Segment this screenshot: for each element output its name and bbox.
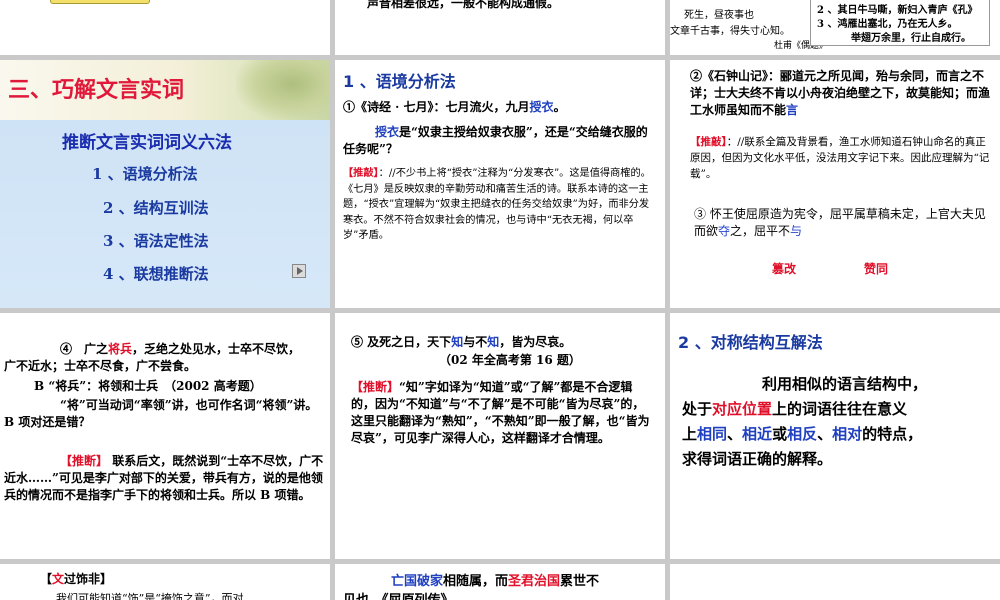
slide-r1-c3[interactable]: 死生，昼夜事也 文章千古事，得失寸心知。 杜甫《偶题》 2 、其日牛马嘶，新妇入… — [670, 0, 1000, 55]
slide-r2-c3[interactable]: ②《石钟山记》：郦道元之所见闻，殆与余同，而言之不详；士大夫终不肯以小舟夜泊绝壁… — [670, 60, 1000, 308]
decor-banner — [50, 0, 150, 4]
key-phrase: 相反 — [787, 425, 818, 443]
tui-label: 【推断】 — [60, 454, 109, 468]
slide-r4-c3[interactable] — [670, 564, 1000, 600]
analysis-text: 【推断】 联系后文，既然说到“士卒不尽饮，广不近水……”可见是李广对部下的关爱，… — [4, 454, 324, 502]
key-phrase: 相近 — [742, 425, 773, 443]
slide-r4-c2[interactable]: 亡国破家相随属，而圣君治国累世不 见也。《屈原列传》 — [335, 564, 665, 600]
poem-line: 文章千古事，得失寸心知。 — [670, 26, 790, 37]
section-title: 三、巧解文言实词 — [8, 78, 185, 103]
analysis-text: 【推敲】：//联系全篇及背景看，渔工水师知道石钟山命名的真正原因，但因为文化水平… — [690, 136, 990, 180]
example-line: ①《诗经 · 七月》：七月流火，九月授衣。 — [343, 100, 566, 114]
slide-r1-c1[interactable] — [0, 0, 330, 55]
source-note: 见也。《屈原列传》 — [343, 589, 454, 600]
example-text: ②《石钟山记》：郦道元之所见闻，殆与余同，而言之不详；士大夫终不肯以小舟夜泊绝壁… — [690, 69, 991, 117]
body-text: 求得词语正确的解释。 — [682, 450, 833, 468]
poem-line: 2 、其日牛马嘶，新妇入青庐《孔》 — [817, 5, 978, 16]
example-text: 亡国破家相随属，而圣君治国累世不 — [391, 574, 600, 589]
key-word: 言 — [786, 103, 799, 117]
annotation: 赞同 — [864, 262, 889, 276]
slide-r2-c1[interactable]: 三、巧解文言实词 推断文言实词词义六法 1 、语境分析法 2 、结构互训法 3 … — [0, 60, 330, 308]
idiom-heading: 【文过饰非】 — [40, 572, 113, 586]
analysis-text: 【推断】“知”字如译为“知道”或“了解”都是不合逻辑的，因为“不知道”与“不了解… — [351, 380, 650, 445]
poem-line: 3 、鸿雁出塞北，乃在无人乡。 — [817, 19, 958, 30]
key-word: 授衣 — [529, 100, 554, 114]
example-text: ④ 广之将兵，乏绝之处见水，士卒不尽饮， 广不近水；士卒不尽食，广不尝食。 — [4, 342, 311, 373]
analysis-text: 【推敲】：//不少书上将“授衣”注释为“分发寒衣”。这是值得商榷的。《七月》是反… — [343, 167, 651, 241]
play-icon[interactable] — [292, 264, 306, 278]
key-word: 授衣 — [375, 125, 400, 139]
key-phrase: 相同 — [697, 425, 728, 443]
body-text: 上相同、相近或相反、相对的特点， — [682, 425, 923, 443]
tui-label: 【推敲】 — [690, 136, 727, 148]
key-word: 文 — [52, 572, 65, 586]
poem-line: 死生，昼夜事也 — [684, 10, 754, 21]
key-phrase: 对应位置 — [712, 400, 773, 418]
poem-line: 举翅万余里，行止自成行。 — [851, 33, 971, 44]
slide-r2-c2[interactable]: 1 、语境分析法 ①《诗经 · 七月》：七月流火，九月授衣。 授衣是“奴隶主授给… — [335, 60, 665, 308]
key-phrase: 圣君治国 — [508, 574, 561, 589]
slide-text: 声音相差很远，一般不能构成通假。 — [367, 0, 560, 10]
slide-r4-c1[interactable]: 【文过饰非】 我们可能知道“饰”是“掩饰之意”，而对 — [0, 564, 330, 600]
subtitle: 推断文言实词词义六法 — [62, 133, 232, 153]
method-heading: 1 、语境分析法 — [343, 72, 456, 91]
key-word: 知 — [487, 335, 500, 349]
method-item[interactable]: 2 、结构互训法 — [103, 197, 209, 218]
example-text: ③ 怀王使屈原造为宪令，屈平属草稿未定，上官大夫见而欲夺之，屈平不与 — [694, 207, 986, 238]
annotation: 篡改 — [772, 262, 797, 276]
method-heading: 2 、对称结构互解法 — [678, 333, 823, 352]
key-word: 夺 — [718, 224, 731, 238]
key-word: 将兵 — [108, 342, 133, 356]
slide-r3-c1[interactable]: ④ 广之将兵，乏绝之处见水，士卒不尽饮， 广不近水；士卒不尽食，广不尝食。 B … — [0, 313, 330, 559]
slide-r3-c3[interactable]: 2 、对称结构互解法 利用相似的语言结构中， 处于对应位置上的词语往往在意义 上… — [670, 313, 1000, 559]
poem-box: 2 、其日牛马嘶，新妇入青庐《孔》 3 、鸿雁出塞北，乃在无人乡。 举翅万余里，… — [810, 0, 990, 46]
key-phrase: 亡国破家 — [391, 574, 444, 589]
tui-label: 【推断】 — [351, 380, 400, 394]
key-phrase: 相对 — [832, 425, 863, 443]
body-text: 我们可能知道“饰”是“掩饰之意”，而对 — [56, 592, 244, 600]
key-word: 与 — [790, 224, 803, 238]
option-line: B “将兵”：将领和士兵 （2002 高考题） — [34, 379, 262, 393]
tui-label: 【推敲】 — [343, 167, 379, 179]
method-item[interactable]: 1 、语境分析法 — [92, 163, 198, 184]
source-note: （02 年全高考第 16 题） — [439, 353, 581, 367]
slide-r1-c2[interactable]: 声音相差很远，一般不能构成通假。 — [335, 0, 665, 55]
example-text: ⑤ 及死之日，天下知与不知，皆为尽哀。 — [351, 335, 572, 349]
body-text: 利用相似的语言结构中， — [762, 375, 928, 393]
tree-decor — [236, 60, 330, 120]
method-item[interactable]: 3 、语法定性法 — [103, 230, 209, 251]
method-item[interactable]: 4 、联想推断法 — [103, 263, 209, 284]
key-word: 知 — [451, 335, 464, 349]
body-text: 处于对应位置上的词语往往在意义 — [682, 400, 908, 418]
question-line: 授衣是“奴隶主授给奴隶衣服”，还是“交给缝衣服的任务呢”？ — [343, 125, 648, 156]
slide-r3-c2[interactable]: ⑤ 及死之日，天下知与不知，皆为尽哀。 （02 年全高考第 16 题） 【推断】… — [335, 313, 665, 559]
option-note: “将”可当动词“率领”讲，也可作名词“将领”讲。 B 项对还是错？ — [4, 398, 324, 429]
